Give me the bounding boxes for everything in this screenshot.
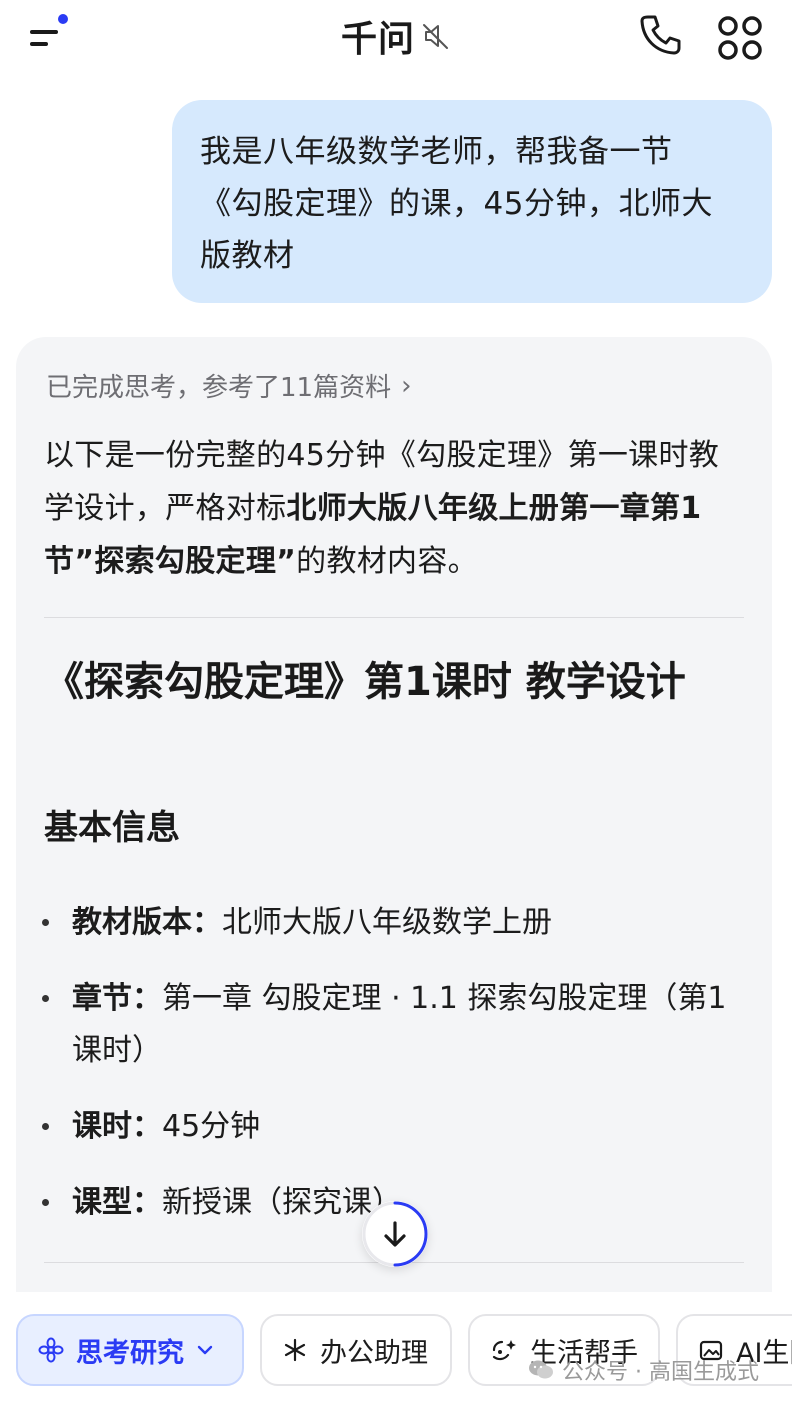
- user-message-line: 我是八年级数学老师，帮我备一节: [200, 134, 673, 170]
- chevron-down-icon: [197, 1345, 213, 1355]
- chip-office-assistant[interactable]: 办公助理: [260, 1314, 452, 1386]
- user-message-line: 版教材: [200, 238, 295, 274]
- assistant-answer-card: 已完成思考，参考了11篇资料 › 以下是一份完整的45分钟《勾股定理》第一课时教…: [16, 337, 772, 1327]
- mode-chip-bar: 思考研究 办公助理 生活帮手 AI生图: [0, 1292, 792, 1404]
- progress-ring: [362, 1201, 428, 1267]
- info-value: 45分钟: [162, 1109, 261, 1144]
- bullet-dot: [42, 995, 49, 1002]
- info-value: 北师大版八年级数学上册: [222, 905, 552, 940]
- wechat-icon: [529, 1360, 553, 1379]
- app-title: 千问: [340, 19, 415, 60]
- lesson-heading: 《探索勾股定理》第1课时 教学设计: [44, 659, 686, 705]
- watermark-text: 公众号 · 高国生成式: [562, 1360, 759, 1385]
- top-bar: 千问: [0, 0, 792, 80]
- flower-icon: [38, 1337, 64, 1363]
- bullet-dot: [42, 1199, 49, 1206]
- thinking-status-text: 已完成思考，参考了11篇资料: [46, 373, 392, 403]
- section-title: 基本信息: [44, 808, 180, 848]
- bullet-dot: [42, 1123, 49, 1130]
- answer-intro: 以下是一份完整的45分钟《勾股定理》第一课时教学设计，严格对标北师大版八年级上册…: [44, 429, 744, 588]
- chip-think-research[interactable]: 思考研究: [16, 1314, 244, 1386]
- chat-sparkle-icon: [492, 1340, 516, 1361]
- intro-quote-text: ”探索勾股定理”: [74, 544, 297, 579]
- scroll-down-button[interactable]: [362, 1201, 428, 1267]
- chevron-right-icon: ›: [401, 370, 412, 401]
- divider: [44, 617, 744, 618]
- chip-label: 思考研究: [76, 1337, 184, 1369]
- user-message-bubble: 我是八年级数学老师，帮我备一节 《勾股定理》的课，45分钟，北师大 版教材: [172, 100, 772, 303]
- bullet-dot: [42, 919, 49, 926]
- sparkle-icon: [284, 1338, 306, 1362]
- user-message-line: 《勾股定理》的课，45分钟，北师大: [200, 186, 713, 222]
- intro-text-end: 的教材内容。: [296, 544, 478, 579]
- watermark: 公众号 · 高国生成式: [528, 1354, 759, 1386]
- phone-icon[interactable]: [636, 12, 682, 58]
- info-label: 课型: [72, 1185, 132, 1220]
- info-label: 课时: [72, 1109, 132, 1144]
- info-value: 第一章 勾股定理 · 1.1 探索勾股定理（第1课时）: [72, 981, 727, 1068]
- chip-label: 办公助理: [320, 1337, 428, 1369]
- thinking-status-link[interactable]: 已完成思考，参考了11篇资料 ›: [46, 367, 412, 404]
- speaker-muted-icon[interactable]: [421, 21, 451, 51]
- info-label: 教材版本: [72, 905, 192, 940]
- info-label: 章节: [72, 981, 132, 1016]
- apps-grid-icon[interactable]: [714, 12, 766, 64]
